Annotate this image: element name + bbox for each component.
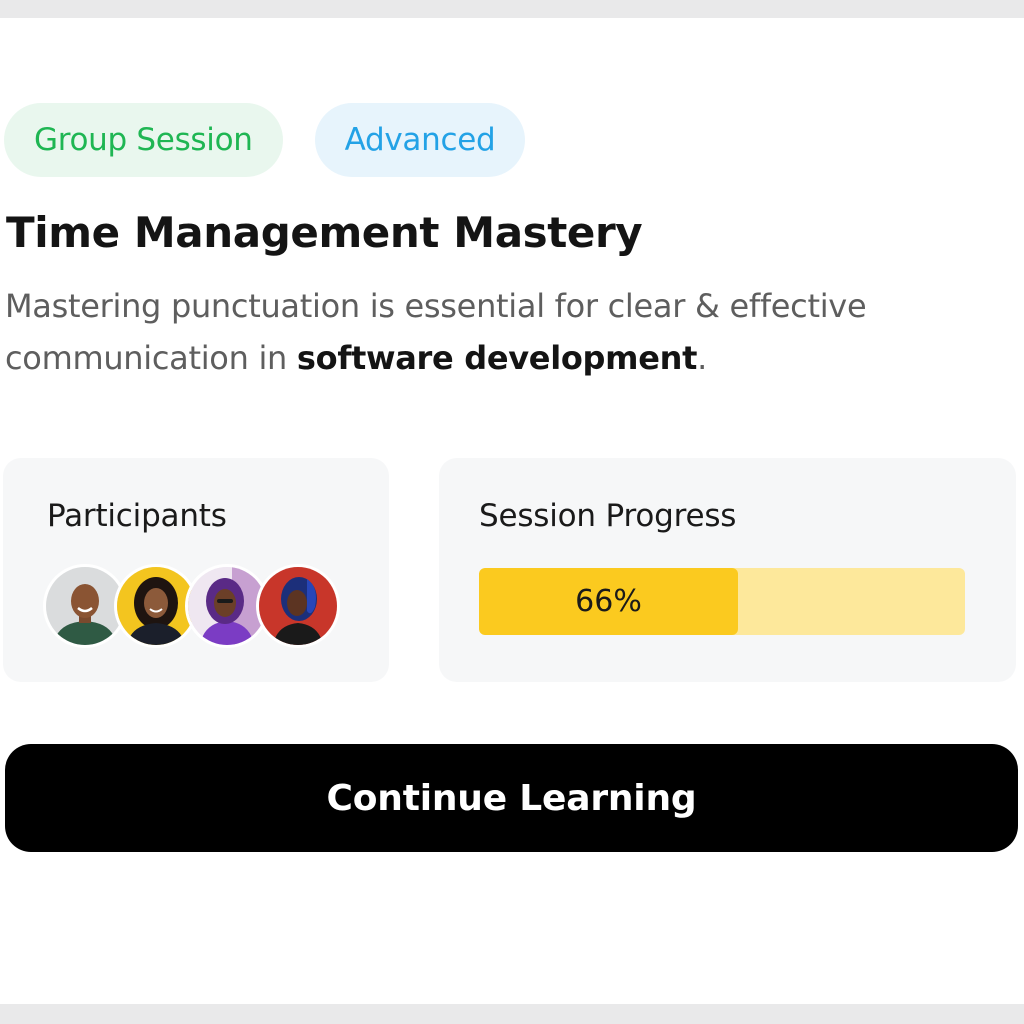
avatar-woman-red-icon — [256, 564, 340, 648]
session-card: Group Session Advanced Time Management M… — [0, 18, 1024, 1004]
progress-panel: Session Progress 66% — [439, 458, 1016, 682]
group-session-badge: Group Session — [4, 103, 283, 177]
continue-learning-button[interactable]: Continue Learning — [5, 744, 1018, 852]
course-description: Mastering punctuation is essential for c… — [5, 280, 965, 384]
description-end: . — [697, 339, 707, 377]
avatar-group[interactable] — [43, 564, 343, 648]
progress-label: Session Progress — [479, 498, 737, 534]
tag-row: Group Session Advanced — [4, 103, 526, 177]
description-highlight: software development — [296, 339, 698, 377]
participants-panel: Participants — [3, 458, 389, 682]
progress-percent: 66% — [575, 584, 642, 619]
level-badge: Advanced — [314, 103, 526, 177]
course-title: Time Management Mastery — [6, 208, 643, 257]
participants-label: Participants — [47, 498, 227, 534]
